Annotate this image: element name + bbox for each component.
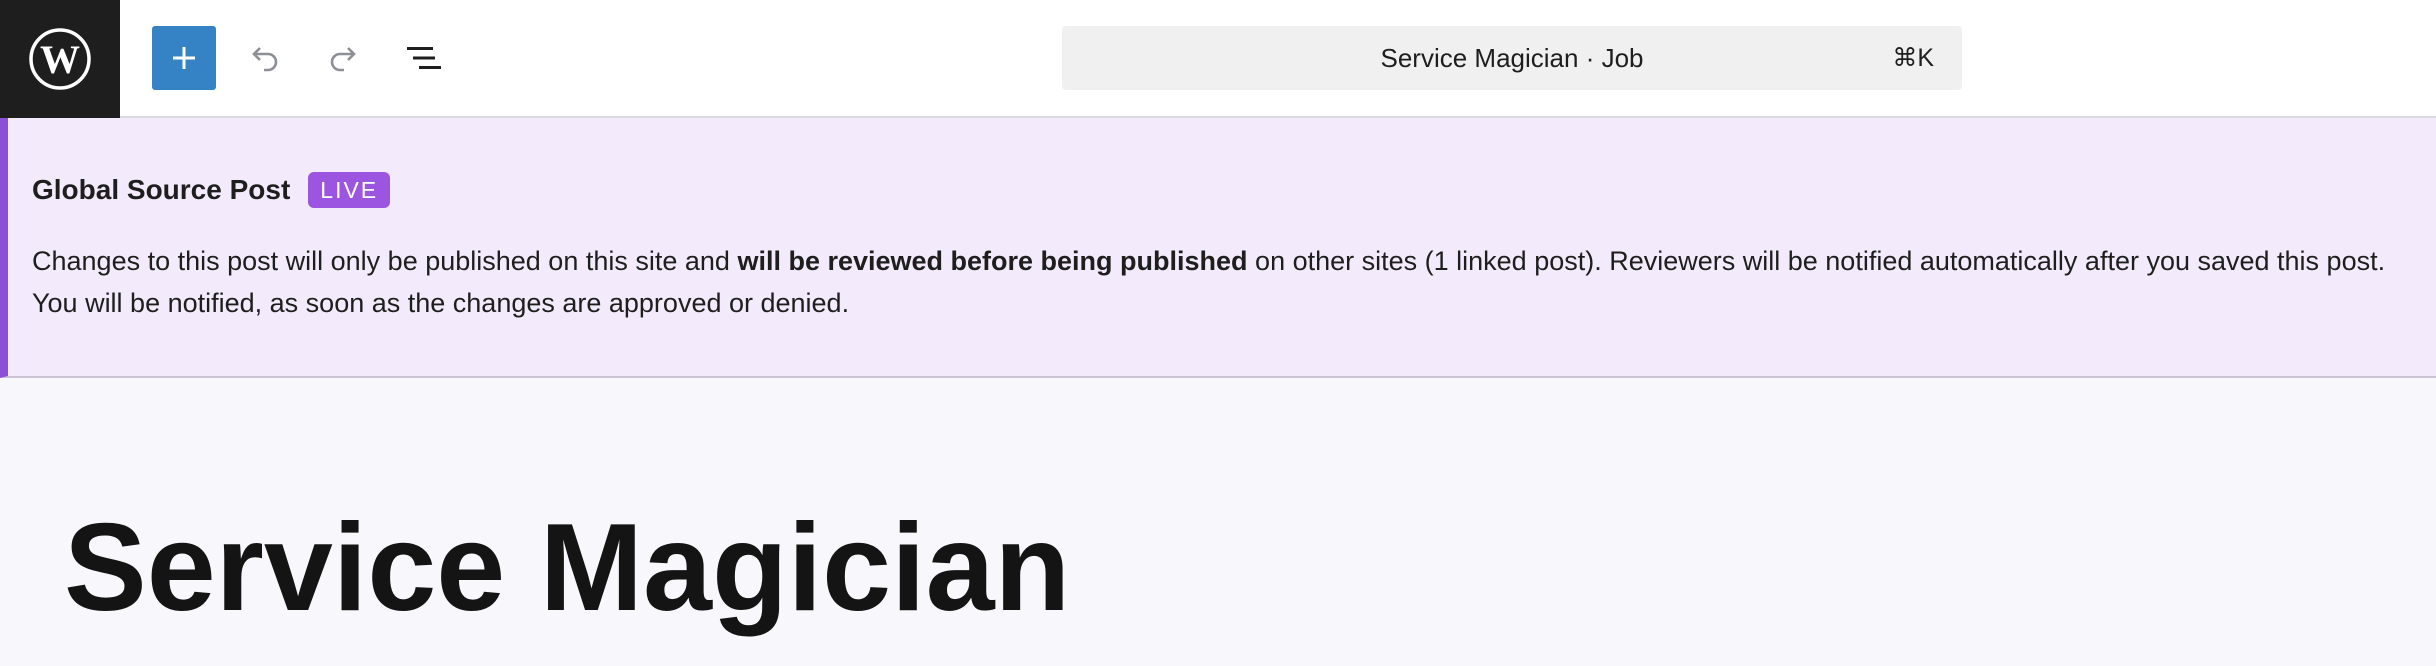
status-badge: LIVE	[308, 172, 391, 208]
notice-title: Global Source Post	[32, 174, 291, 205]
svg-text:W: W	[40, 37, 80, 82]
undo-icon	[252, 47, 278, 72]
redo-button[interactable]	[312, 26, 376, 90]
wordpress-logo-button[interactable]: W	[0, 0, 120, 118]
notice-text-bold: will be reviewed before being published	[737, 246, 1248, 276]
list-view-icon	[407, 47, 441, 69]
global-source-notice: Global Source Post LIVE Changes to this …	[0, 118, 2436, 378]
redo-icon	[330, 47, 356, 72]
plus-icon	[173, 47, 195, 69]
undo-button[interactable]	[232, 26, 296, 90]
wordpress-logo-icon: W	[29, 28, 91, 90]
command-palette-button[interactable]: Service Magician · Job ⌘K	[1062, 26, 1962, 90]
notice-header: Global Source Post LIVE	[32, 172, 391, 208]
keyboard-shortcut-hint: ⌘K	[1892, 44, 1934, 72]
editor-header-toolbar: W Service Magician · Job ⌘K	[0, 0, 2436, 118]
notice-text-start: Changes to this post will only be publis…	[32, 246, 738, 276]
post-title[interactable]: Service Magician	[64, 506, 1070, 630]
notice-message: Changes to this post will only be publis…	[32, 240, 2402, 324]
editor-canvas: Service Magician	[0, 378, 2436, 666]
add-block-button[interactable]	[152, 26, 216, 90]
document-title: Service Magician · Job	[1380, 43, 1644, 73]
list-view-button[interactable]	[392, 26, 456, 90]
